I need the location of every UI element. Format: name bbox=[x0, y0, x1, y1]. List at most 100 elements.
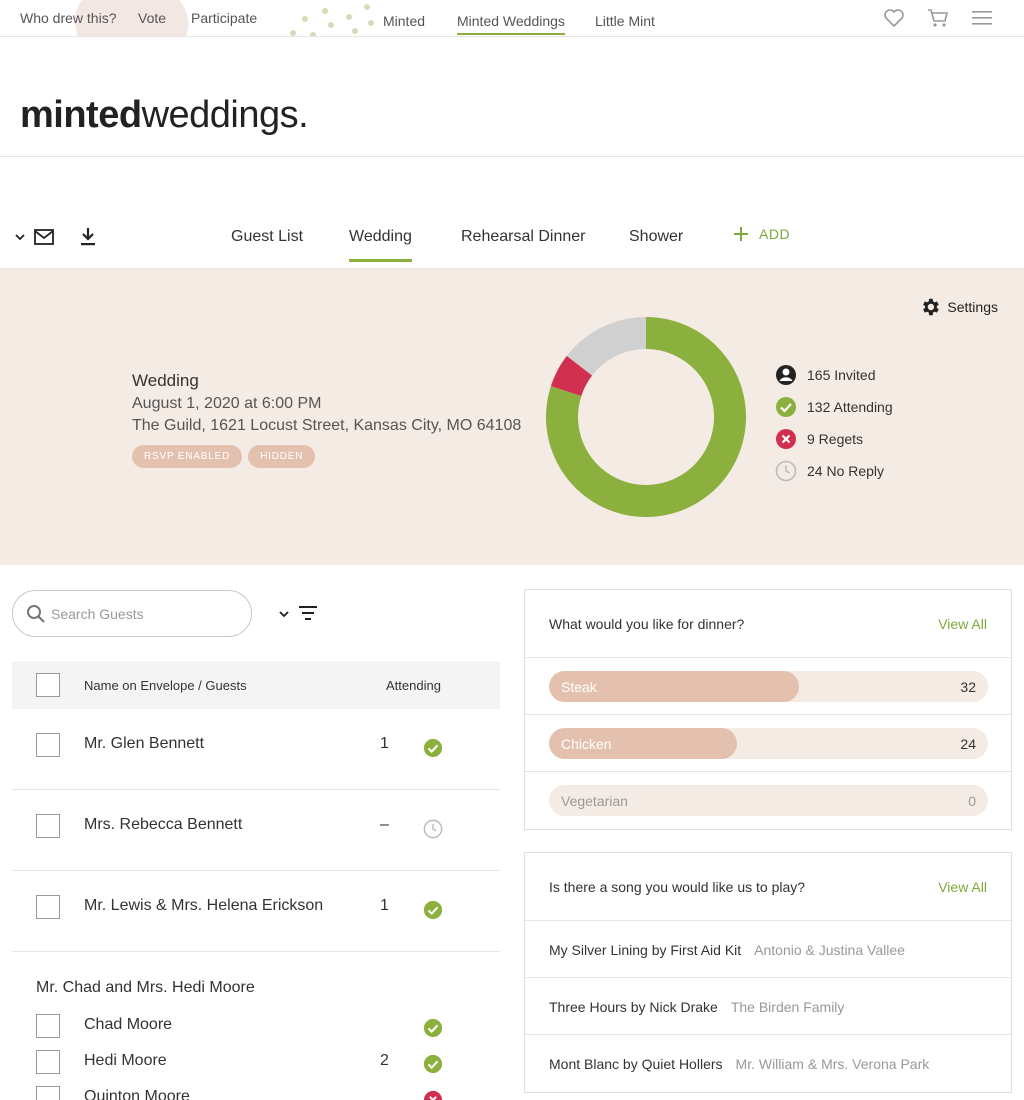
tab-wedding[interactable]: Wedding bbox=[349, 228, 412, 262]
clock-icon bbox=[423, 819, 443, 839]
settings-label: Settings bbox=[947, 299, 998, 315]
chevron-down-icon[interactable] bbox=[278, 607, 290, 625]
stat-regrets: 9 Regets bbox=[775, 423, 893, 455]
nav-link-minted-weddings[interactable]: Minted Weddings bbox=[457, 13, 565, 35]
list-item: My Silver Lining by First Aid Kit Antonio… bbox=[525, 921, 1011, 978]
guest-name[interactable]: Mr. Glen Bennett bbox=[84, 735, 204, 753]
event-address: The Guild, 1621 Locust Street, Kansas Ci… bbox=[132, 417, 522, 434]
nav-link-minted[interactable]: Minted bbox=[383, 13, 425, 29]
guest-name[interactable]: Hedi Moore bbox=[84, 1052, 167, 1070]
guest-table-header: Name on Envelope / Guests Attending bbox=[12, 661, 500, 709]
person-icon bbox=[776, 365, 796, 385]
search-icon bbox=[27, 605, 45, 623]
divider bbox=[0, 156, 1024, 157]
brand-logo[interactable]: mintedweddings. bbox=[20, 94, 309, 137]
answer-label: Vegetarian bbox=[561, 793, 628, 809]
answer-bar-row: Vegetarian 0 bbox=[525, 772, 1011, 829]
guest-name[interactable]: Mrs. Rebecca Bennett bbox=[84, 816, 242, 834]
rsvp-stats: 165 Invited 132 Attending 9 Regets 24 No… bbox=[775, 359, 893, 487]
row-checkbox[interactable] bbox=[36, 814, 60, 838]
answer-bar: Chicken 24 bbox=[549, 728, 988, 759]
stat-attending: 132 Attending bbox=[775, 391, 893, 423]
event-date: August 1, 2020 at 6:00 PM bbox=[132, 395, 322, 412]
guest-name[interactable]: Quinton Moore bbox=[84, 1088, 190, 1100]
event-summary-panel: Settings Wedding August 1, 2020 at 6:00 … bbox=[0, 269, 1024, 565]
attending-count: 1 bbox=[380, 735, 389, 752]
song-answer: Three Hours by Nick Drake bbox=[549, 999, 718, 1015]
add-event-button[interactable]: ADD bbox=[733, 226, 790, 242]
row-checkbox[interactable] bbox=[36, 895, 60, 919]
tab-rehearsal-dinner[interactable]: Rehearsal Dinner bbox=[461, 228, 586, 246]
stat-no-reply: 24 No Reply bbox=[775, 455, 893, 487]
song-question-panel: Is there a song you would like us to pla… bbox=[524, 852, 1012, 1093]
nav-link-little-mint[interactable]: Little Mint bbox=[595, 13, 655, 29]
select-all-checkbox[interactable] bbox=[36, 673, 60, 697]
nav-link-vote[interactable]: Vote bbox=[138, 10, 166, 26]
dinner-question-panel: What would you like for dinner? View All… bbox=[524, 589, 1012, 830]
attending-count: 2 bbox=[380, 1052, 389, 1069]
question-title: What would you like for dinner? bbox=[549, 616, 745, 632]
column-header-name: Name on Envelope / Guests bbox=[84, 678, 247, 693]
attending-count: 1 bbox=[380, 897, 389, 914]
answer-author: The Birden Family bbox=[730, 999, 845, 1015]
top-nav: Who drew this? Vote Participate Minted M… bbox=[0, 0, 1024, 37]
donut-segment-regrets bbox=[550, 355, 593, 397]
view-all-link[interactable]: View All bbox=[938, 879, 987, 895]
tab-guest-list[interactable]: Guest List bbox=[231, 228, 303, 246]
search-box bbox=[12, 590, 252, 637]
row-checkbox[interactable] bbox=[36, 1050, 60, 1074]
list-item: Three Hours by Nick Drake The Birden Fami… bbox=[525, 978, 1011, 1035]
chevron-down-icon[interactable] bbox=[14, 230, 26, 248]
mail-icon[interactable] bbox=[34, 228, 54, 251]
answer-count: 0 bbox=[968, 793, 976, 809]
event-tabs-bar: Guest List Wedding Rehearsal Dinner Show… bbox=[0, 200, 1024, 269]
stat-regrets-label: 9 Regets bbox=[807, 431, 864, 447]
gear-icon bbox=[923, 298, 940, 316]
row-checkbox[interactable] bbox=[36, 1014, 60, 1038]
filter-icon[interactable] bbox=[298, 604, 318, 627]
attending-count: – bbox=[380, 816, 389, 833]
table-row[interactable]: Mrs. Rebecca Bennett – bbox=[12, 790, 500, 871]
view-all-link[interactable]: View All bbox=[938, 616, 987, 632]
menu-icon[interactable] bbox=[971, 8, 993, 33]
table-row[interactable]: Mr. Lewis & Mrs. Helena Erickson 1 bbox=[12, 871, 500, 952]
check-icon bbox=[423, 738, 443, 758]
list-item[interactable]: Chad Moore bbox=[12, 1010, 500, 1046]
song-answer: My Silver Lining by First Aid Kit bbox=[549, 942, 742, 958]
stat-invited: 165 Invited bbox=[775, 359, 893, 391]
check-icon bbox=[423, 1054, 443, 1074]
column-header-attending: Attending bbox=[386, 678, 441, 693]
cart-icon[interactable] bbox=[927, 8, 949, 33]
row-checkbox[interactable] bbox=[36, 1086, 60, 1100]
list-item: Mont Blanc by Quiet Hollers Mr. William &… bbox=[525, 1035, 1011, 1092]
list-item[interactable]: Hedi Moore 2 bbox=[12, 1046, 500, 1082]
x-icon bbox=[776, 429, 796, 449]
nav-link-participate[interactable]: Participate bbox=[191, 10, 257, 26]
guest-group-title[interactable]: Mr. Chad and Mrs. Hedi Moore bbox=[36, 979, 255, 997]
answer-bar-row: Steak 32 bbox=[525, 658, 1011, 715]
guest-name[interactable]: Chad Moore bbox=[84, 1016, 172, 1034]
search-input[interactable] bbox=[51, 603, 241, 625]
donut-segment-no-reply bbox=[566, 317, 647, 376]
hidden-badge: HIDDEN bbox=[248, 445, 316, 468]
check-icon bbox=[423, 900, 443, 920]
add-event-label: ADD bbox=[759, 226, 791, 242]
row-checkbox[interactable] bbox=[36, 733, 60, 757]
heart-icon[interactable] bbox=[883, 8, 905, 33]
rsvp-enabled-badge: RSVP ENABLED bbox=[132, 445, 243, 468]
settings-button[interactable]: Settings bbox=[919, 296, 998, 318]
answer-bar-row: Chicken 24 bbox=[525, 715, 1011, 772]
tab-shower[interactable]: Shower bbox=[629, 228, 683, 246]
guest-name[interactable]: Mr. Lewis & Mrs. Helena Erickson bbox=[84, 897, 323, 915]
answer-author: Mr. William & Mrs. Verona Park bbox=[735, 1056, 930, 1072]
song-answer: Mont Blanc by Quiet Hollers bbox=[549, 1056, 723, 1072]
answer-count: 24 bbox=[960, 736, 976, 752]
rsvp-donut-chart bbox=[546, 317, 746, 517]
check-icon bbox=[423, 1018, 443, 1038]
list-item[interactable]: Quinton Moore bbox=[12, 1082, 500, 1100]
table-row[interactable]: Mr. Glen Bennett 1 bbox=[12, 709, 500, 790]
question-title: Is there a song you would like us to pla… bbox=[549, 879, 806, 895]
answer-label: Chicken bbox=[561, 736, 612, 752]
download-icon[interactable] bbox=[80, 227, 96, 252]
nav-link-who-drew-this[interactable]: Who drew this? bbox=[20, 10, 116, 26]
